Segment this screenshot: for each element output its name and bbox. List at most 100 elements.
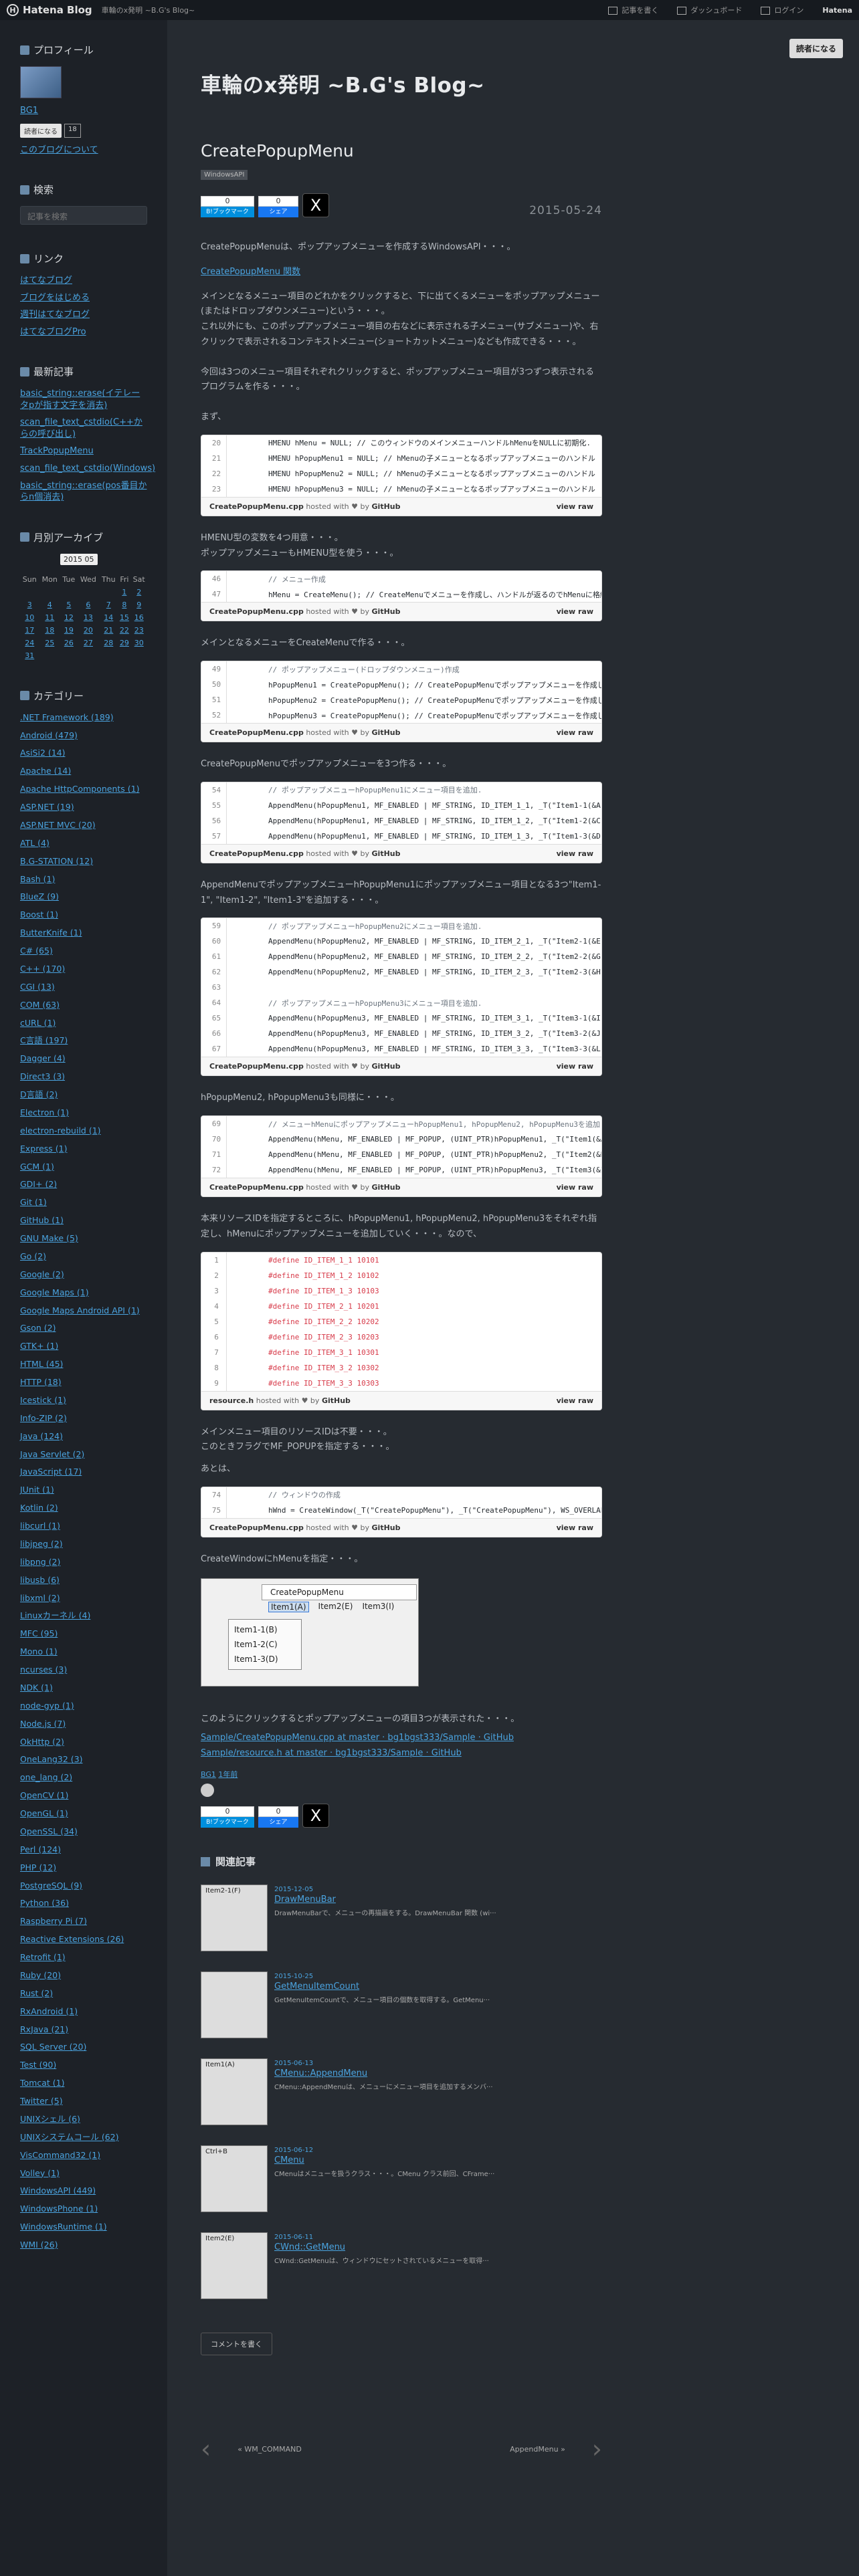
github-link[interactable]: GitHub [372, 607, 401, 616]
blog-title[interactable]: 車輪のx発明 ~B.G's Blog~ [201, 68, 602, 98]
category-link[interactable]: OpenGL (1) [20, 1808, 147, 1820]
gist-file-link[interactable]: CreatePopupMenu.cpp [209, 728, 304, 737]
calendar-day[interactable]: 6 [78, 599, 100, 611]
category-link[interactable]: ASP.NET (19) [20, 802, 147, 813]
category-link[interactable]: Java Servlet (2) [20, 1449, 147, 1461]
category-link[interactable]: Twitter (5) [20, 2096, 147, 2107]
category-link[interactable]: one_lang (2) [20, 1772, 147, 1784]
category-link[interactable]: electron-rebuild (1) [20, 1125, 147, 1137]
recent-entry-link[interactable]: basic_string::erase(イテレータpが指す文字を消去) [20, 388, 147, 411]
calendar-day[interactable]: 1 [118, 586, 130, 599]
calendar-day[interactable]: 23 [130, 624, 147, 637]
related-entry[interactable]: Item1(A) 2015-06-13 CMenu::AppendMenu CMenu… [201, 2058, 602, 2125]
category-link[interactable]: Bash (1) [20, 874, 147, 885]
sidebar-link[interactable]: はてなブログPro [20, 326, 147, 338]
related-title-link[interactable]: DrawMenuBar [274, 1895, 336, 1905]
category-link[interactable]: Tomcat (1) [20, 2078, 147, 2089]
gist-file-link[interactable]: CreatePopupMenu.cpp [209, 607, 304, 616]
category-link[interactable]: WMI (26) [20, 2240, 147, 2251]
category-link[interactable]: Java (124) [20, 1431, 147, 1442]
category-link[interactable]: MFC (95) [20, 1628, 147, 1640]
permalink[interactable]: 1年前 [218, 1770, 237, 1779]
sidebar-link[interactable]: ブログをはじめる [20, 292, 147, 304]
related-title-link[interactable]: CMenu::AppendMenu [274, 2068, 367, 2078]
gist-file-link[interactable]: CreatePopupMenu.cpp [209, 1523, 304, 1532]
calendar-day[interactable]: 21 [99, 624, 118, 637]
calendar-day[interactable]: 29 [118, 637, 130, 649]
sidebar-link[interactable]: はてなブログ [20, 275, 147, 287]
category-link[interactable]: Direct3 (3) [20, 1071, 147, 1083]
calendar-day[interactable]: 12 [60, 611, 78, 624]
calendar-day[interactable]: 31 [20, 649, 39, 662]
category-link[interactable]: ATL (4) [20, 838, 147, 849]
calendar-day[interactable]: 14 [99, 611, 118, 624]
view-raw-link[interactable]: view raw [557, 1523, 593, 1532]
hatena-link[interactable]: Hatena [822, 6, 852, 15]
avatar[interactable] [20, 66, 62, 98]
prev-entry-link[interactable]: « WM_COMMAND [237, 2445, 302, 2454]
related-entry[interactable]: Item2-1(F) 2015-12-05 DrawMenuBar DrawMenuB… [201, 1885, 602, 1951]
category-link[interactable]: OpenSSL (34) [20, 1826, 147, 1838]
related-date[interactable]: 2015-06-13 [274, 2060, 493, 2067]
category-link[interactable]: cURL (1) [20, 1018, 147, 1029]
category-tag[interactable]: WindowsAPI [201, 170, 248, 180]
category-link[interactable]: D言語 (2) [20, 1089, 147, 1101]
calendar-day[interactable]: 26 [60, 637, 78, 649]
category-link[interactable]: SQL Server (20) [20, 2042, 147, 2053]
category-link[interactable]: Python (36) [20, 1898, 147, 1909]
category-link[interactable]: UNIXシェル (6) [20, 2114, 147, 2125]
related-entry[interactable]: Ctrl+B 2015-06-12 CMenu CMenuはメニューを扱うクラス・・・… [201, 2145, 602, 2212]
calendar-day[interactable]: 22 [118, 624, 130, 637]
login-link[interactable]: ログイン [761, 5, 803, 15]
category-link[interactable]: C++ (170) [20, 964, 147, 975]
category-link[interactable]: RxAndroid (1) [20, 2006, 147, 2018]
category-link[interactable]: Raspberry Pi (7) [20, 1916, 147, 1927]
related-date[interactable]: 2015-12-05 [274, 1886, 496, 1893]
category-link[interactable]: Google Maps Android API (1) [20, 1305, 147, 1317]
related-thumbnail[interactable]: Item1(A) [201, 2058, 268, 2125]
source-link-h[interactable]: Sample/resource.h at master · bg1bgst333… [201, 1748, 462, 1758]
gist-file-link[interactable]: resource.h [209, 1396, 254, 1405]
category-link[interactable]: NDK (1) [20, 1683, 147, 1694]
related-entry[interactable]: Item2(E) 2015-06-11 CWnd::GetMenu CWnd::Get… [201, 2232, 602, 2299]
category-link[interactable]: UNIXシステムコール (62) [20, 2132, 147, 2143]
calendar-day[interactable]: 9 [130, 599, 147, 611]
x-share-button[interactable]: X [302, 1804, 329, 1828]
related-entry[interactable]: 2015-10-25 GetMenuItemCount GetMenuItemCou… [201, 1971, 602, 2038]
github-link[interactable]: GitHub [322, 1396, 351, 1405]
category-link[interactable]: WindowsRuntime (1) [20, 2222, 147, 2233]
related-date[interactable]: 2015-06-11 [274, 2234, 489, 2241]
category-link[interactable]: Ruby (20) [20, 1970, 147, 1981]
calendar-day[interactable]: 4 [39, 599, 60, 611]
about-link[interactable]: このブログについて [20, 144, 147, 156]
prev-arrow-icon[interactable]: ‹ [201, 2434, 211, 2464]
category-link[interactable]: JavaScript (17) [20, 1467, 147, 1478]
category-link[interactable]: CGI (13) [20, 982, 147, 993]
category-link[interactable]: Volley (1) [20, 2168, 147, 2179]
doc-link[interactable]: CreatePopupMenu 関数 [201, 267, 300, 277]
calendar-day[interactable]: 25 [39, 637, 60, 649]
category-link[interactable]: GDI+ (2) [20, 1179, 147, 1190]
calendar-day[interactable]: 15 [118, 611, 130, 624]
category-link[interactable]: libpng (2) [20, 1557, 147, 1568]
github-link[interactable]: GitHub [372, 849, 401, 858]
category-link[interactable]: libusb (6) [20, 1575, 147, 1586]
hatena-bookmark-button[interactable]: 0 B!ブックマーク [201, 196, 254, 217]
recent-entry-link[interactable]: scan_file_text_cstdio(Windows) [20, 463, 155, 475]
category-link[interactable]: ASP.NET MVC (20) [20, 820, 147, 831]
next-arrow-icon[interactable]: › [592, 2434, 602, 2464]
github-link[interactable]: GitHub [372, 1062, 401, 1071]
entry-date[interactable]: 2015-05-24 [529, 204, 602, 217]
category-link[interactable]: Apache (14) [20, 766, 147, 777]
related-thumbnail[interactable] [201, 1971, 268, 2038]
category-link[interactable]: .NET Framework (189) [20, 712, 147, 724]
x-share-button[interactable]: X [302, 193, 329, 217]
calendar-day[interactable]: 13 [78, 611, 100, 624]
calendar-day[interactable]: 16 [130, 611, 147, 624]
calendar-day[interactable]: 2 [130, 586, 147, 599]
entry-title[interactable]: CreatePopupMenu [201, 141, 602, 160]
dashboard-link[interactable]: ダッシュボード [677, 5, 742, 15]
calendar-day[interactable]: 3 [20, 599, 39, 611]
category-link[interactable]: C言語 (197) [20, 1035, 147, 1047]
category-link[interactable]: OpenCV (1) [20, 1790, 147, 1802]
